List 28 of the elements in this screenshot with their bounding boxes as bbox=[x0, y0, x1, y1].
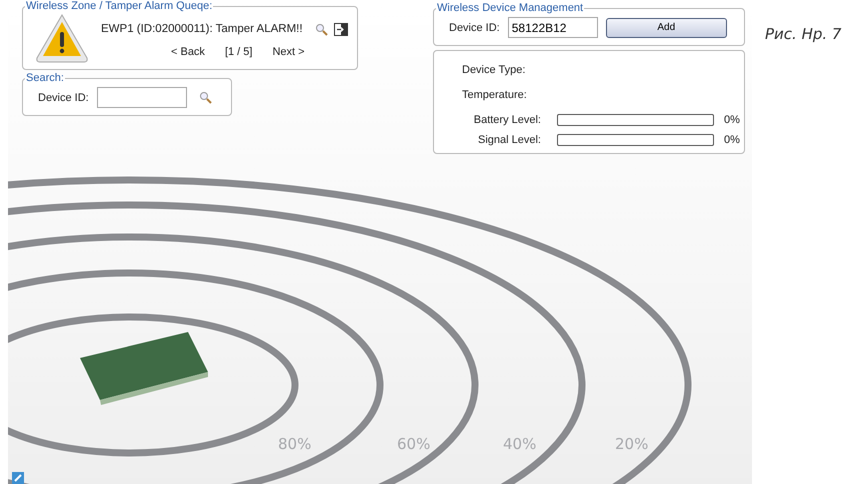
panel-legend: Wireless Device Management bbox=[436, 2, 584, 14]
next-link[interactable]: Next > bbox=[272, 46, 305, 58]
field-label: Device Type: bbox=[461, 64, 526, 76]
warning-icon bbox=[35, 12, 89, 64]
back-link[interactable]: < Back bbox=[171, 46, 205, 58]
export-icon[interactable] bbox=[334, 22, 348, 36]
field-label: Signal Level: bbox=[477, 134, 541, 146]
panel-legend: Search: bbox=[25, 72, 65, 84]
device-id-input[interactable]: 58122B12 bbox=[508, 17, 598, 38]
figure-caption: Рис. Нр. 7 bbox=[764, 24, 842, 45]
page-position: [1 / 5] bbox=[224, 46, 252, 58]
range-percent-label: 60% bbox=[397, 435, 430, 453]
add-button[interactable]: Add bbox=[606, 18, 727, 38]
range-percent-label: 40% bbox=[503, 435, 536, 453]
range-percent-label: 80% bbox=[278, 435, 312, 453]
device-id-label: Device ID: bbox=[449, 22, 500, 34]
field-label: Temperature: bbox=[461, 89, 528, 101]
progress-reading: 0% bbox=[724, 134, 740, 146]
search-icon[interactable] bbox=[198, 91, 212, 104]
panel-legend: Wireless Zone / Tamper Alarm Queqe: bbox=[25, 0, 214, 12]
device-id-label: Device ID: bbox=[38, 92, 89, 104]
progress-reading: 0% bbox=[724, 114, 740, 126]
range-percent-label: 20% bbox=[615, 435, 648, 453]
device-id-input[interactable] bbox=[96, 87, 187, 108]
pencil-icon[interactable] bbox=[12, 472, 24, 484]
field-label: Battery Level: bbox=[472, 114, 541, 126]
search-icon[interactable] bbox=[314, 22, 328, 36]
alarm-message: EWP1 (ID:02000011): Tamper ALARM!! bbox=[101, 23, 303, 35]
